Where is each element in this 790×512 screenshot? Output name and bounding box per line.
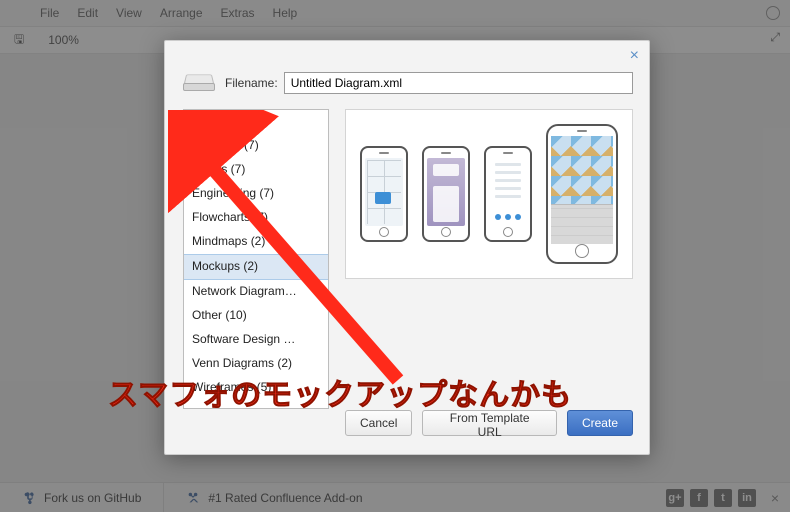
list-item[interactable]: Charts (7) bbox=[184, 158, 328, 182]
create-button[interactable]: Create bbox=[567, 410, 633, 436]
mockup-thumbnail[interactable] bbox=[546, 124, 618, 264]
mockup-thumbnail[interactable] bbox=[422, 146, 470, 242]
list-item[interactable]: Other (10) bbox=[184, 304, 328, 328]
cancel-button[interactable]: Cancel bbox=[345, 410, 412, 436]
from-template-url-button[interactable]: From Template URL bbox=[422, 410, 557, 436]
list-item[interactable]: Mindmaps (2) bbox=[184, 230, 328, 254]
template-preview-panel bbox=[345, 109, 633, 279]
list-item[interactable]: Software Design … bbox=[184, 328, 328, 352]
list-item[interactable]: Wireframes (5) bbox=[184, 376, 328, 400]
list-item[interactable]: Basic (1) bbox=[184, 110, 328, 134]
list-item[interactable]: Flowcharts (7) bbox=[184, 206, 328, 230]
list-item[interactable]: Venn Diagrams (2) bbox=[184, 352, 328, 376]
list-item-selected[interactable]: Mockups (2) bbox=[184, 254, 328, 280]
list-item[interactable]: Network Diagram… bbox=[184, 280, 328, 304]
dialog-close-icon[interactable]: × bbox=[630, 47, 639, 65]
template-category-list[interactable]: Basic (1) Business (7) Charts (7) Engine… bbox=[183, 109, 329, 409]
list-item[interactable]: Business (7) bbox=[184, 134, 328, 158]
mockup-thumbnail[interactable] bbox=[360, 146, 408, 242]
mockup-thumbnail[interactable] bbox=[484, 146, 532, 242]
filename-label: Filename: bbox=[225, 76, 278, 90]
new-diagram-dialog: × Filename: Basic (1) Business (7) Chart… bbox=[164, 40, 650, 455]
list-item[interactable]: Engineering (7) bbox=[184, 182, 328, 206]
filename-input[interactable] bbox=[284, 72, 633, 94]
disk-icon bbox=[181, 71, 217, 95]
